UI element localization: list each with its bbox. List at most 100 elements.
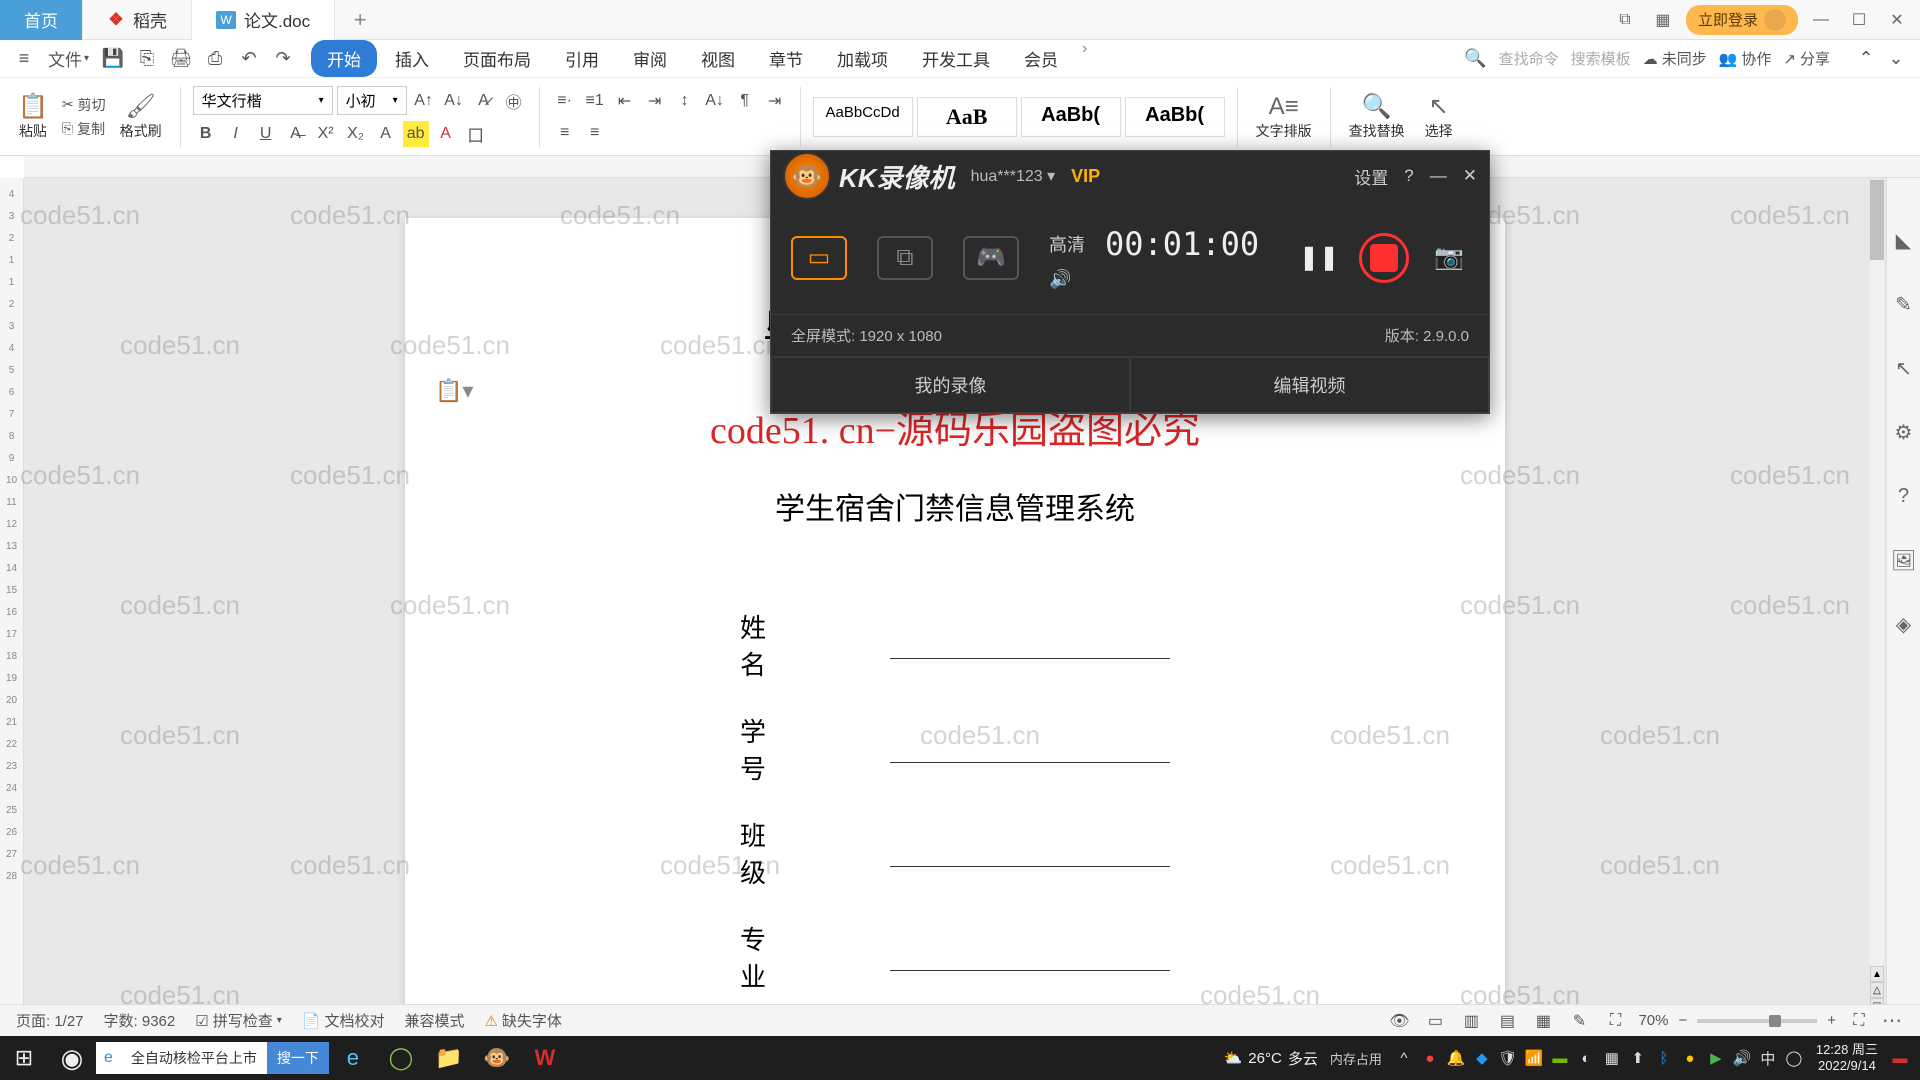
bold-button[interactable]: B	[193, 121, 219, 147]
tray-app1-icon[interactable]: ●	[1418, 1046, 1442, 1070]
superscript-button[interactable]: X²	[313, 121, 339, 147]
pen-tool-icon[interactable]: ✎	[1892, 292, 1916, 316]
collab-button[interactable]: 👥协作	[1719, 48, 1772, 69]
kk-taskbar-icon[interactable]: 🐵	[473, 1036, 521, 1080]
reading-mode-icon[interactable]: ⧉	[1610, 5, 1640, 35]
phonetic-icon[interactable]: ㊥	[501, 88, 527, 114]
kk-stop-record-button[interactable]	[1359, 233, 1409, 283]
file-menu[interactable]: 文件▾	[44, 45, 93, 73]
italic-button[interactable]: I	[223, 121, 249, 147]
kk-header[interactable]: KK录像机 hua***123 ▾ VIP 设置 ? — ✕	[771, 151, 1489, 201]
tray-app3-icon[interactable]: ◆	[1470, 1046, 1494, 1070]
search-go-button[interactable]: 搜一下	[267, 1042, 329, 1074]
line-spacing-icon[interactable]: ↕	[672, 88, 698, 114]
kk-volume-icon[interactable]: 🔊	[1049, 269, 1259, 290]
sort-icon[interactable]: A↓	[702, 88, 728, 114]
image-tool-icon[interactable]: 🖼	[1892, 548, 1916, 572]
clear-format-icon[interactable]: A̷	[471, 88, 497, 114]
scroll-page-up-icon[interactable]: △	[1870, 982, 1884, 998]
minimize-button[interactable]: —	[1806, 5, 1836, 35]
find-replace-button[interactable]: 🔍 查找替换	[1343, 90, 1411, 143]
cut-button[interactable]: ✂剪切	[62, 95, 106, 115]
strikethrough-button[interactable]: A̶	[283, 121, 309, 147]
tray-wifi-icon[interactable]: 📶	[1522, 1046, 1546, 1070]
tab-daoke[interactable]: ❖ 稻壳	[83, 0, 192, 40]
status-proof[interactable]: 📄文档校对	[302, 1010, 385, 1031]
tray-bluetooth-icon[interactable]: ᛒ	[1652, 1046, 1676, 1070]
more-menu-icon[interactable]: ›	[1076, 40, 1093, 77]
kk-pause-button[interactable]: ❚❚	[1299, 238, 1339, 278]
view-outline-icon[interactable]: ▤	[1494, 1008, 1520, 1034]
menu-tab-chapter[interactable]: 章节	[753, 40, 819, 77]
save-icon[interactable]: 💾	[99, 45, 127, 73]
expand-down-icon[interactable]: ⌄	[1882, 45, 1910, 73]
kk-minimize-button[interactable]: —	[1430, 166, 1447, 186]
text-effect-button[interactable]: A	[373, 121, 399, 147]
tab-document[interactable]: W 论文.doc	[192, 0, 335, 40]
tray-usb-icon[interactable]: ⬆	[1626, 1046, 1650, 1070]
settings-tool-icon[interactable]: ⚙	[1892, 420, 1916, 444]
wps-taskbar-icon[interactable]: W	[521, 1036, 569, 1080]
scroll-thumb[interactable]	[1870, 180, 1884, 260]
status-page[interactable]: 页面: 1/27	[16, 1010, 84, 1031]
kk-fullscreen-mode[interactable]: ▭	[791, 236, 847, 280]
kk-window-mode[interactable]: ⧉	[877, 236, 933, 280]
grow-font-icon[interactable]: A↑	[411, 88, 437, 114]
menu-tab-layout[interactable]: 页面布局	[447, 40, 547, 77]
tray-ime-icon[interactable]: 中	[1756, 1046, 1780, 1070]
tray-caret-icon[interactable]: ^	[1392, 1046, 1416, 1070]
fullscreen-icon[interactable]: ⛶	[1846, 1008, 1872, 1034]
status-words[interactable]: 字数: 9362	[104, 1010, 176, 1031]
collapse-up-icon[interactable]: ⌃	[1852, 45, 1880, 73]
scroll-up-icon[interactable]: ▲	[1870, 966, 1884, 982]
menu-tab-member[interactable]: 会员	[1008, 40, 1074, 77]
grid-icon[interactable]: ▦	[1648, 5, 1678, 35]
export-icon[interactable]: ⎘	[133, 45, 161, 73]
zoom-out-button[interactable]: −	[1678, 1012, 1687, 1029]
number-list-icon[interactable]: ≡1	[582, 88, 608, 114]
ie-taskbar-icon[interactable]: e	[329, 1036, 377, 1080]
menu-tab-start[interactable]: 开始	[311, 40, 377, 77]
copy-button[interactable]: ⎘复制	[62, 119, 106, 139]
weather-widget[interactable]: ⛅ 26°C 多云	[1224, 1048, 1318, 1069]
kk-close-button[interactable]: ✕	[1463, 166, 1477, 186]
style-heading1[interactable]: AaB	[917, 97, 1017, 137]
cortana-icon[interactable]: ◉	[48, 1036, 96, 1080]
taskbar-clock[interactable]: 12:28 周三 2022/9/14	[1808, 1042, 1886, 1073]
kk-vip-badge[interactable]: VIP	[1071, 166, 1100, 187]
style-heading3[interactable]: AaBb(	[1125, 97, 1225, 137]
kk-edit-video-button[interactable]: 编辑视频	[1130, 357, 1489, 413]
eye-icon[interactable]: 👁	[1386, 1008, 1412, 1034]
notification-icon[interactable]: ▬	[1888, 1046, 1912, 1070]
search-template[interactable]: 搜索模板	[1571, 48, 1631, 69]
tray-app6-icon[interactable]: ●	[1678, 1046, 1702, 1070]
menu-tab-reference[interactable]: 引用	[549, 40, 615, 77]
bullet-list-icon[interactable]: ≡·	[552, 88, 578, 114]
view-page-icon[interactable]: ▭	[1422, 1008, 1448, 1034]
indent-icon[interactable]: ⇥	[642, 88, 668, 114]
tray-nvidia-icon[interactable]: ▬	[1548, 1046, 1572, 1070]
hamburger-icon[interactable]: ≡	[10, 45, 38, 73]
tray-app8-icon[interactable]: ◯	[1782, 1046, 1806, 1070]
taskbar-search[interactable]: e 全自动核检平台上市 搜一下	[96, 1042, 329, 1074]
sync-status[interactable]: ☁未同步	[1643, 48, 1707, 69]
tray-shield-icon[interactable]: 🛡	[1496, 1046, 1520, 1070]
font-size-select[interactable]: 小初▾	[337, 86, 407, 115]
char-border-button[interactable]: 囗	[463, 121, 489, 147]
view-read-icon[interactable]: ▦	[1530, 1008, 1556, 1034]
new-tab-button[interactable]: +	[335, 7, 385, 33]
menu-tab-developer[interactable]: 开发工具	[906, 40, 1006, 77]
help-tool-icon[interactable]: ?	[1892, 484, 1916, 508]
kk-username[interactable]: hua***123 ▾	[971, 166, 1056, 186]
vertical-scrollbar[interactable]	[1870, 180, 1884, 990]
style-heading2[interactable]: AaBb(	[1021, 97, 1121, 137]
menu-tab-review[interactable]: 审阅	[617, 40, 683, 77]
status-spell[interactable]: ☑拼写检查▾	[195, 1010, 282, 1031]
view-web-icon[interactable]: ▥	[1458, 1008, 1484, 1034]
tab-home[interactable]: 首页	[0, 0, 83, 40]
share-button[interactable]: ↗分享	[1783, 48, 1830, 69]
align-left-icon[interactable]: ≡	[552, 120, 578, 146]
format-painter-button[interactable]: 🖌 格式刷	[114, 90, 168, 143]
print-icon[interactable]: 🖨	[167, 45, 195, 73]
tray-app4-icon[interactable]: ◐	[1574, 1046, 1598, 1070]
